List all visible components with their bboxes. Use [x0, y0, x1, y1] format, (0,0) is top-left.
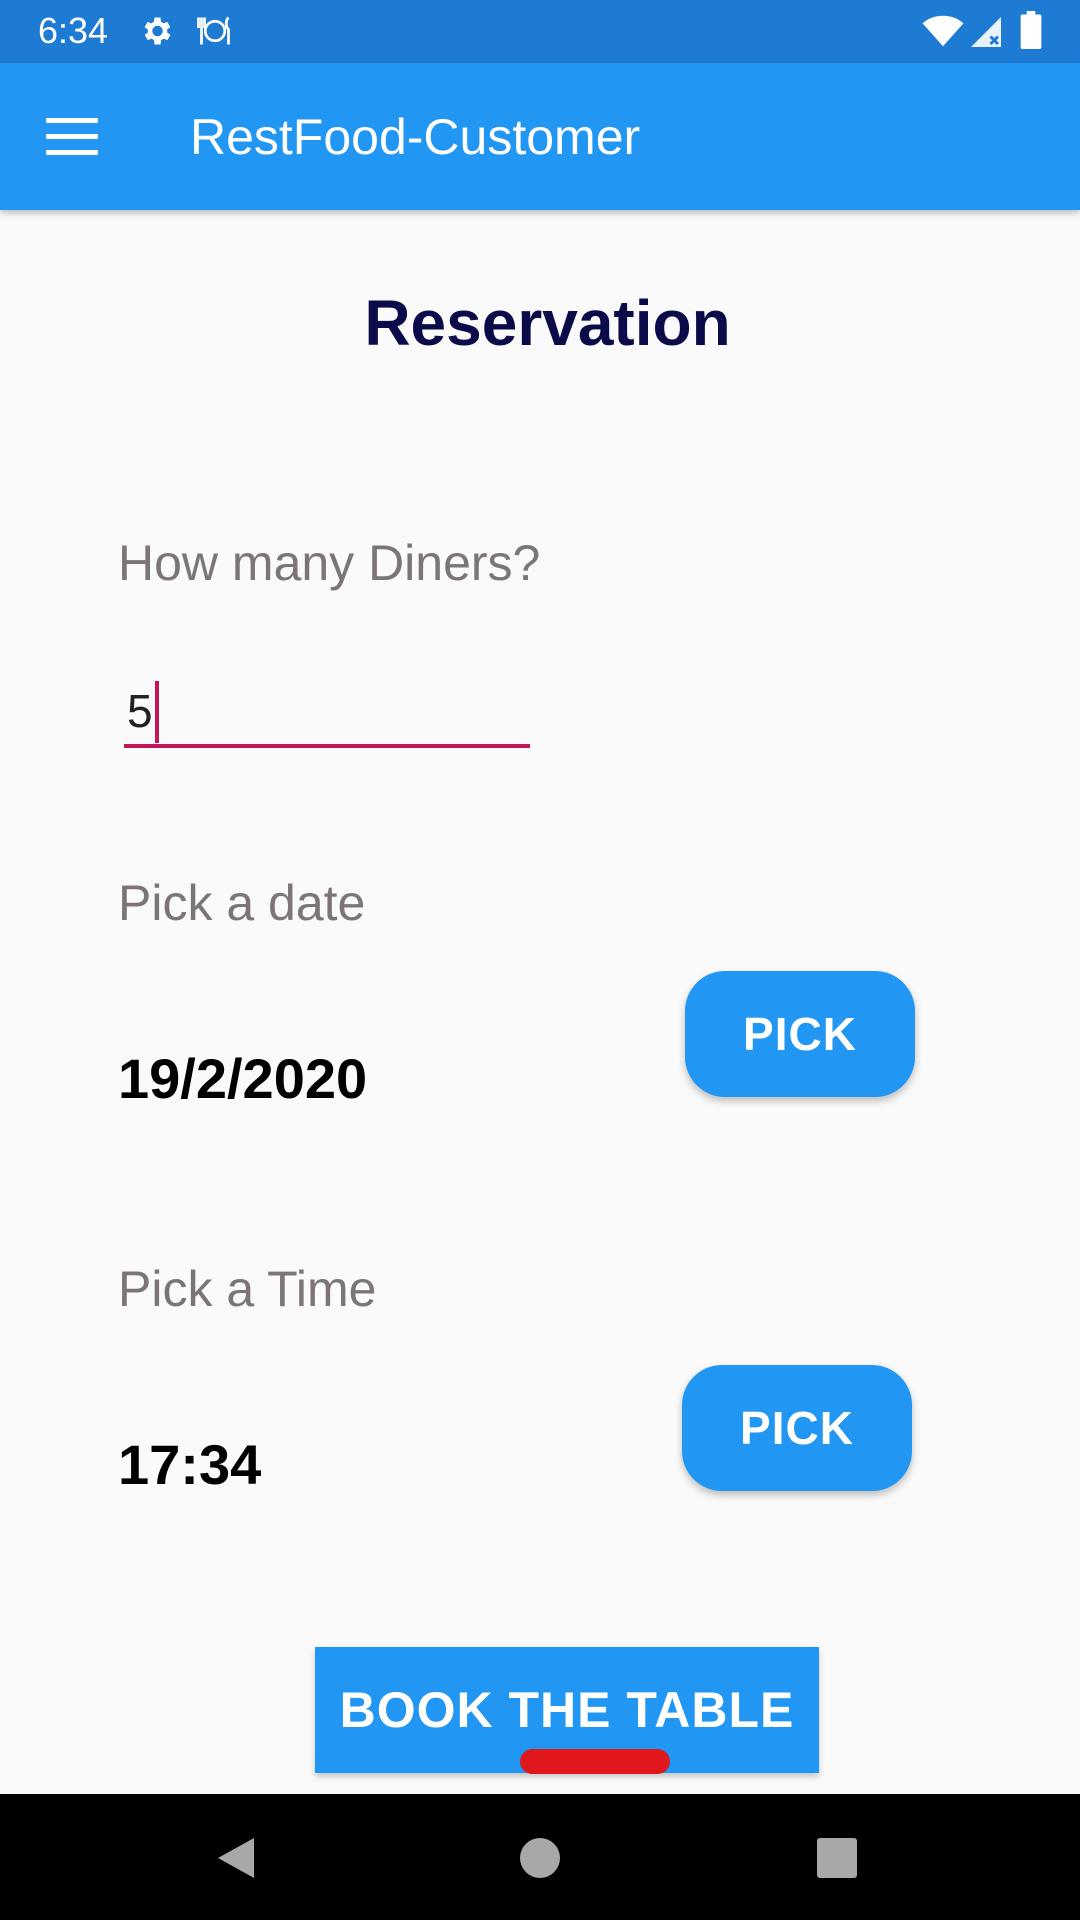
status-time: 6:34 — [38, 10, 109, 51]
time-value: 17:34 — [118, 1433, 262, 1496]
time-label: Pick a Time — [118, 1261, 377, 1317]
pick-time-button[interactable]: PICK — [682, 1365, 912, 1491]
page-title: Reservation — [364, 287, 731, 359]
app-title: RestFood-Customer — [190, 109, 641, 165]
diners-value: 5 — [127, 685, 153, 737]
food-icon — [197, 16, 230, 45]
highlight-mark — [520, 1749, 670, 1774]
home-icon[interactable] — [520, 1838, 560, 1878]
date-value: 19/2/2020 — [118, 1047, 368, 1110]
navigation-bar — [0, 1794, 1080, 1920]
app-bar: RestFood-Customer — [0, 63, 1080, 210]
gear-icon — [144, 17, 171, 45]
wifi-icon — [922, 15, 964, 47]
date-label: Pick a date — [118, 875, 366, 931]
pick-date-button[interactable]: PICK — [685, 971, 915, 1097]
text-cursor — [154, 680, 159, 743]
signal-icon — [971, 17, 1001, 47]
diners-label: How many Diners? — [118, 535, 541, 591]
battery-icon — [1020, 11, 1042, 49]
diners-input[interactable]: 5 — [124, 676, 530, 748]
status-bar: 6:34 — [0, 0, 1080, 63]
hamburger-menu-icon[interactable] — [46, 118, 98, 158]
recent-apps-icon[interactable] — [817, 1838, 857, 1878]
back-icon[interactable] — [214, 1834, 262, 1882]
